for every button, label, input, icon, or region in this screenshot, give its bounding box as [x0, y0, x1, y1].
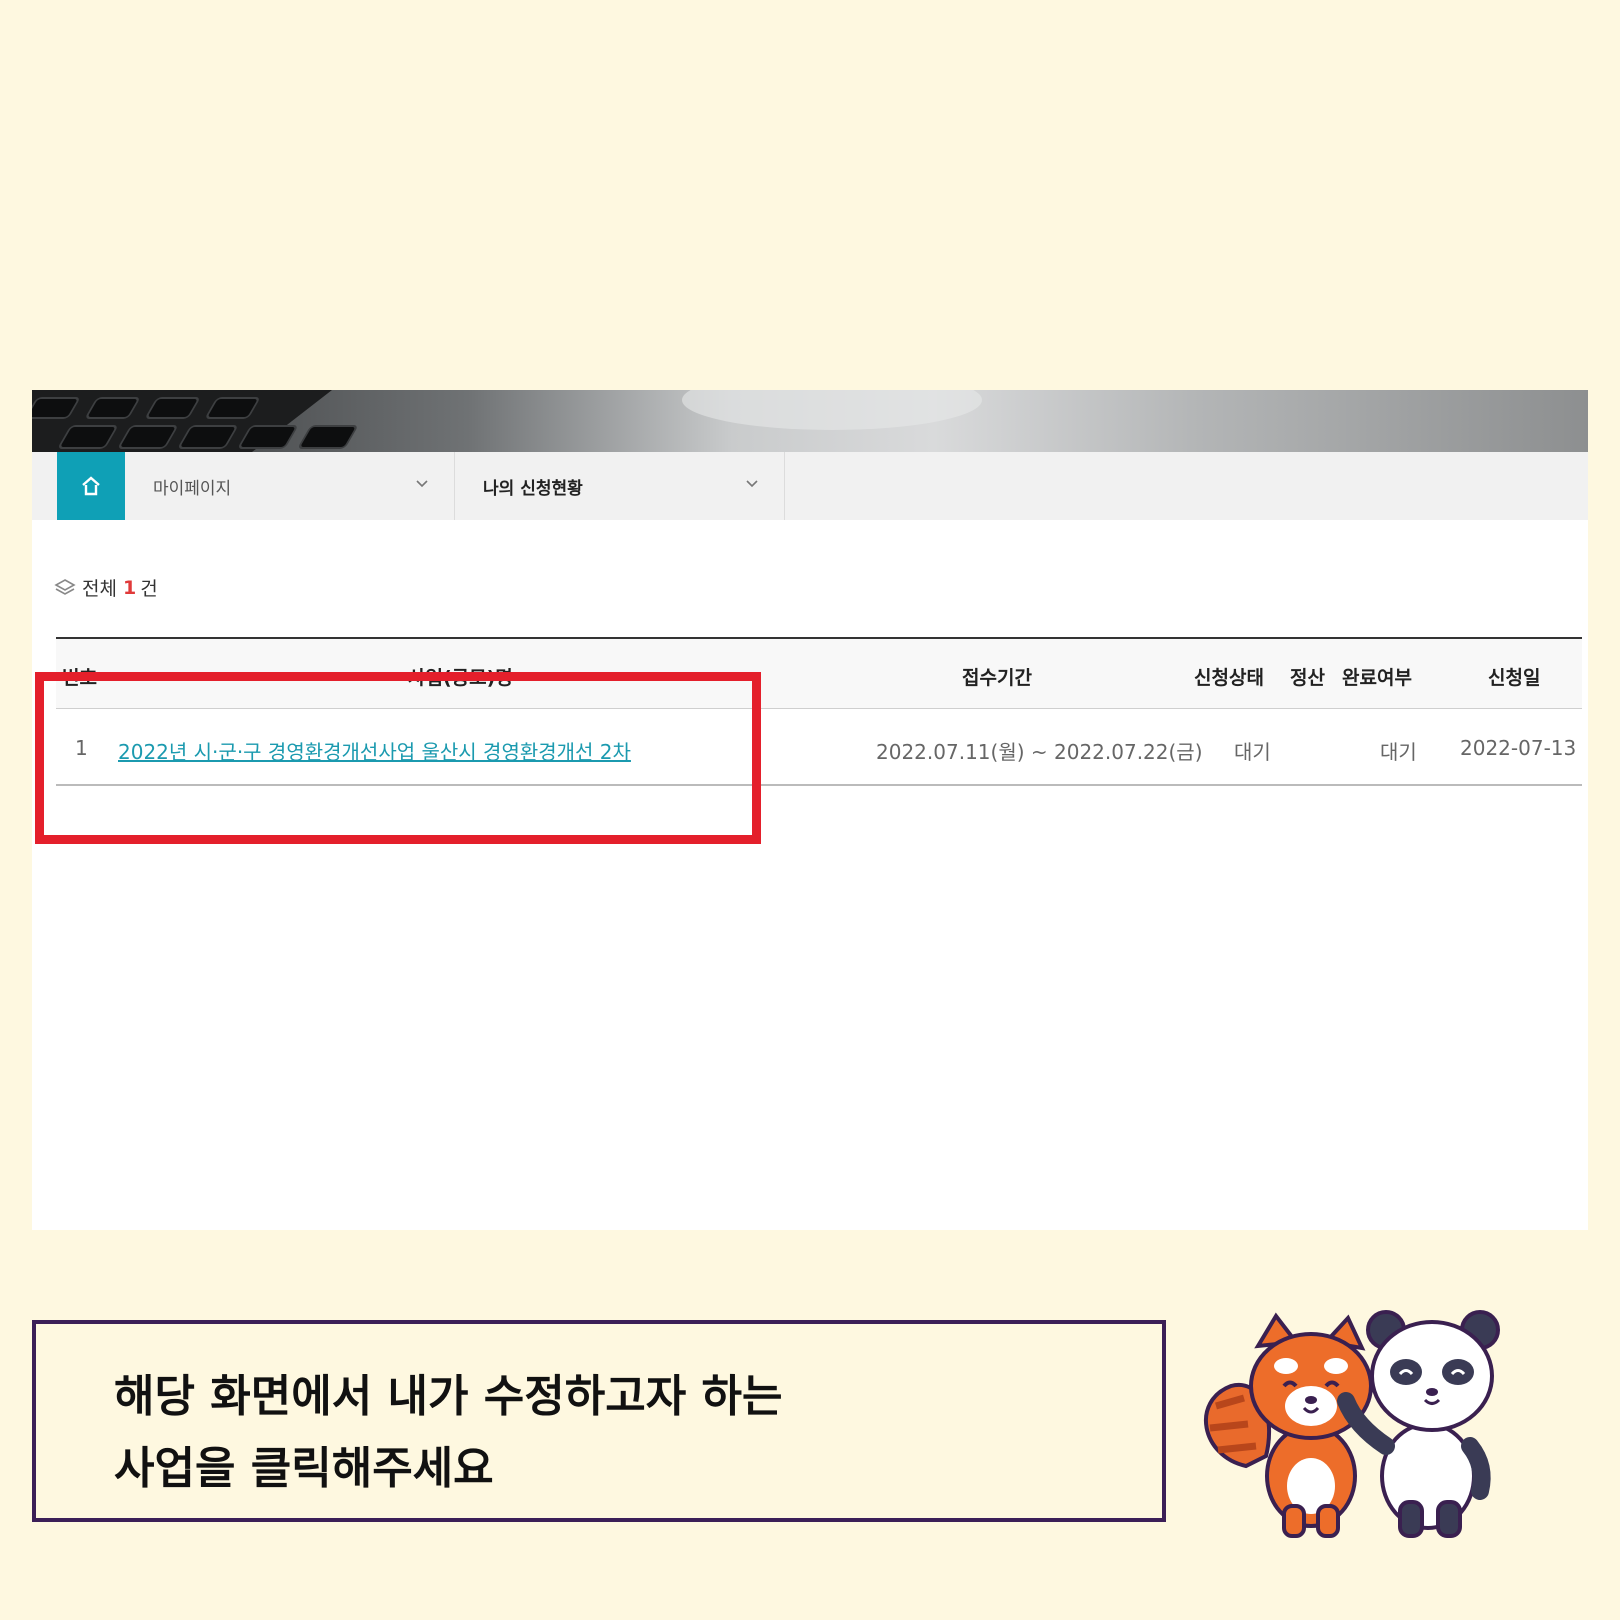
- layers-icon: [54, 578, 76, 595]
- home-icon: [82, 476, 100, 496]
- cell-date: 2022-07-13: [1460, 736, 1577, 760]
- caption-line-1: 해당 화면에서 내가 수정하고자 하는: [114, 1371, 783, 1422]
- column-header-period: 접수기간: [962, 667, 1032, 689]
- total-number: 1: [122, 576, 137, 599]
- nav-dropdown-label: 마이페이지: [153, 478, 232, 499]
- cell-status: 대기: [1234, 740, 1271, 764]
- header-banner: [32, 390, 1588, 452]
- column-header-settlement: 정산: [1290, 667, 1325, 689]
- chevron-down-icon: [416, 480, 428, 488]
- caption-line-2: 사업을 클릭해주세요: [114, 1443, 494, 1494]
- total-label: 전체: [82, 578, 117, 600]
- column-header-date: 신청일: [1488, 667, 1541, 689]
- nav-dropdown-label: 나의 신청현황: [483, 478, 583, 499]
- mascot-illustration: [1204, 1310, 1500, 1538]
- column-header-status: 신청상태: [1194, 667, 1264, 689]
- keyboard-image: [32, 390, 982, 452]
- cell-completion: 대기: [1380, 740, 1417, 764]
- total-count: 전체 1 건: [54, 574, 158, 601]
- nav-dropdown-my-applications[interactable]: 나의 신청현황: [455, 452, 785, 520]
- chevron-down-icon: [746, 480, 758, 488]
- total-unit: 건: [140, 578, 158, 600]
- highlight-box: [35, 672, 761, 844]
- column-header-completion: 완료여부: [1342, 667, 1412, 689]
- breadcrumb-nav: 마이페이지 나의 신청현황: [32, 452, 1588, 520]
- cell-period: 2022.07.11(월) ~ 2022.07.22(금): [876, 740, 1203, 764]
- nav-dropdown-mypage[interactable]: 마이페이지: [125, 452, 455, 520]
- home-button[interactable]: [57, 452, 125, 520]
- instruction-caption: 해당 화면에서 내가 수정하고자 하는 사업을 클릭해주세요: [32, 1320, 1166, 1522]
